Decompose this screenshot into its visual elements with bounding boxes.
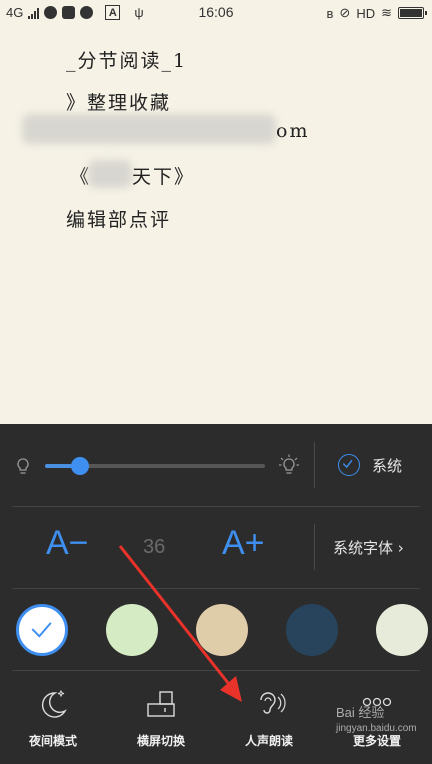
text-line: om [276,120,310,142]
follow-system-label[interactable]: 系统 [372,455,402,476]
text-line: 》整理收藏 [66,92,172,114]
blurred-title [88,160,132,188]
clock: 16:06 [198,4,234,20]
brightness-row: 系统 [0,424,432,506]
night-mode-button[interactable]: 夜间模式 [10,686,96,749]
typeface-button[interactable]: 系统字体 › [333,537,404,558]
divider [12,506,420,507]
rotate-screen-icon [147,691,175,717]
watermark: Bai 经验 jingyan.baidu.com [336,702,417,734]
voice-read-button[interactable]: 人声朗读 [226,686,312,749]
more-settings-label: 更多设置 [352,734,401,748]
bluetooth-icon: ʙ [326,5,334,21]
text-line: _分节阅读_1 [66,50,188,72]
theme-swatch-green[interactable] [106,604,158,656]
night-mode-label: 夜间模式 [28,734,77,748]
voice-read-label: 人声朗读 [244,734,293,748]
font-size-value: 36 [143,536,166,558]
brightness-high-icon [279,454,299,474]
brightness-slider[interactable] [45,457,265,475]
text-line: 天下》 [132,166,196,188]
font-decrease-button[interactable]: A− [46,524,89,563]
blurred-url [22,114,276,144]
theme-swatch-white[interactable] [16,604,68,656]
brightness-knob[interactable] [71,457,90,475]
rotate-screen-button[interactable]: 横屏切换 [118,686,204,749]
status-bar: 4G A ψ 16:06 ʙ ⊘ HD ≋ [0,0,432,26]
follow-system-checkbox[interactable] [338,454,360,476]
theme-swatch-navy[interactable] [286,604,338,656]
divider [12,670,420,671]
moon-icon [41,689,67,718]
rotate-screen-label: 横屏切换 [136,734,185,748]
reading-area[interactable]: _分节阅读_1 》整理收藏 om 《 天下》 编辑部点评 [0,26,432,424]
wifi-icon: ≋ [381,5,392,20]
battery-icon [398,7,427,19]
font-increase-button[interactable]: A+ [222,524,265,563]
divider [314,524,315,570]
theme-swatch-tan[interactable] [196,604,248,656]
ear-icon [260,692,286,714]
check-icon [31,622,52,638]
brightness-low-icon [17,458,29,474]
mute-icon: ⊘ [339,5,351,20]
watermark-text: Bai 经验 [336,705,385,720]
hd-indicator: HD [356,5,376,21]
divider [314,442,315,488]
divider [12,588,420,589]
check-icon [342,459,353,469]
watermark-url: jingyan.baidu.com [336,723,417,734]
theme-swatch-ivory[interactable] [376,604,428,656]
text-line: 编辑部点评 [66,209,172,231]
